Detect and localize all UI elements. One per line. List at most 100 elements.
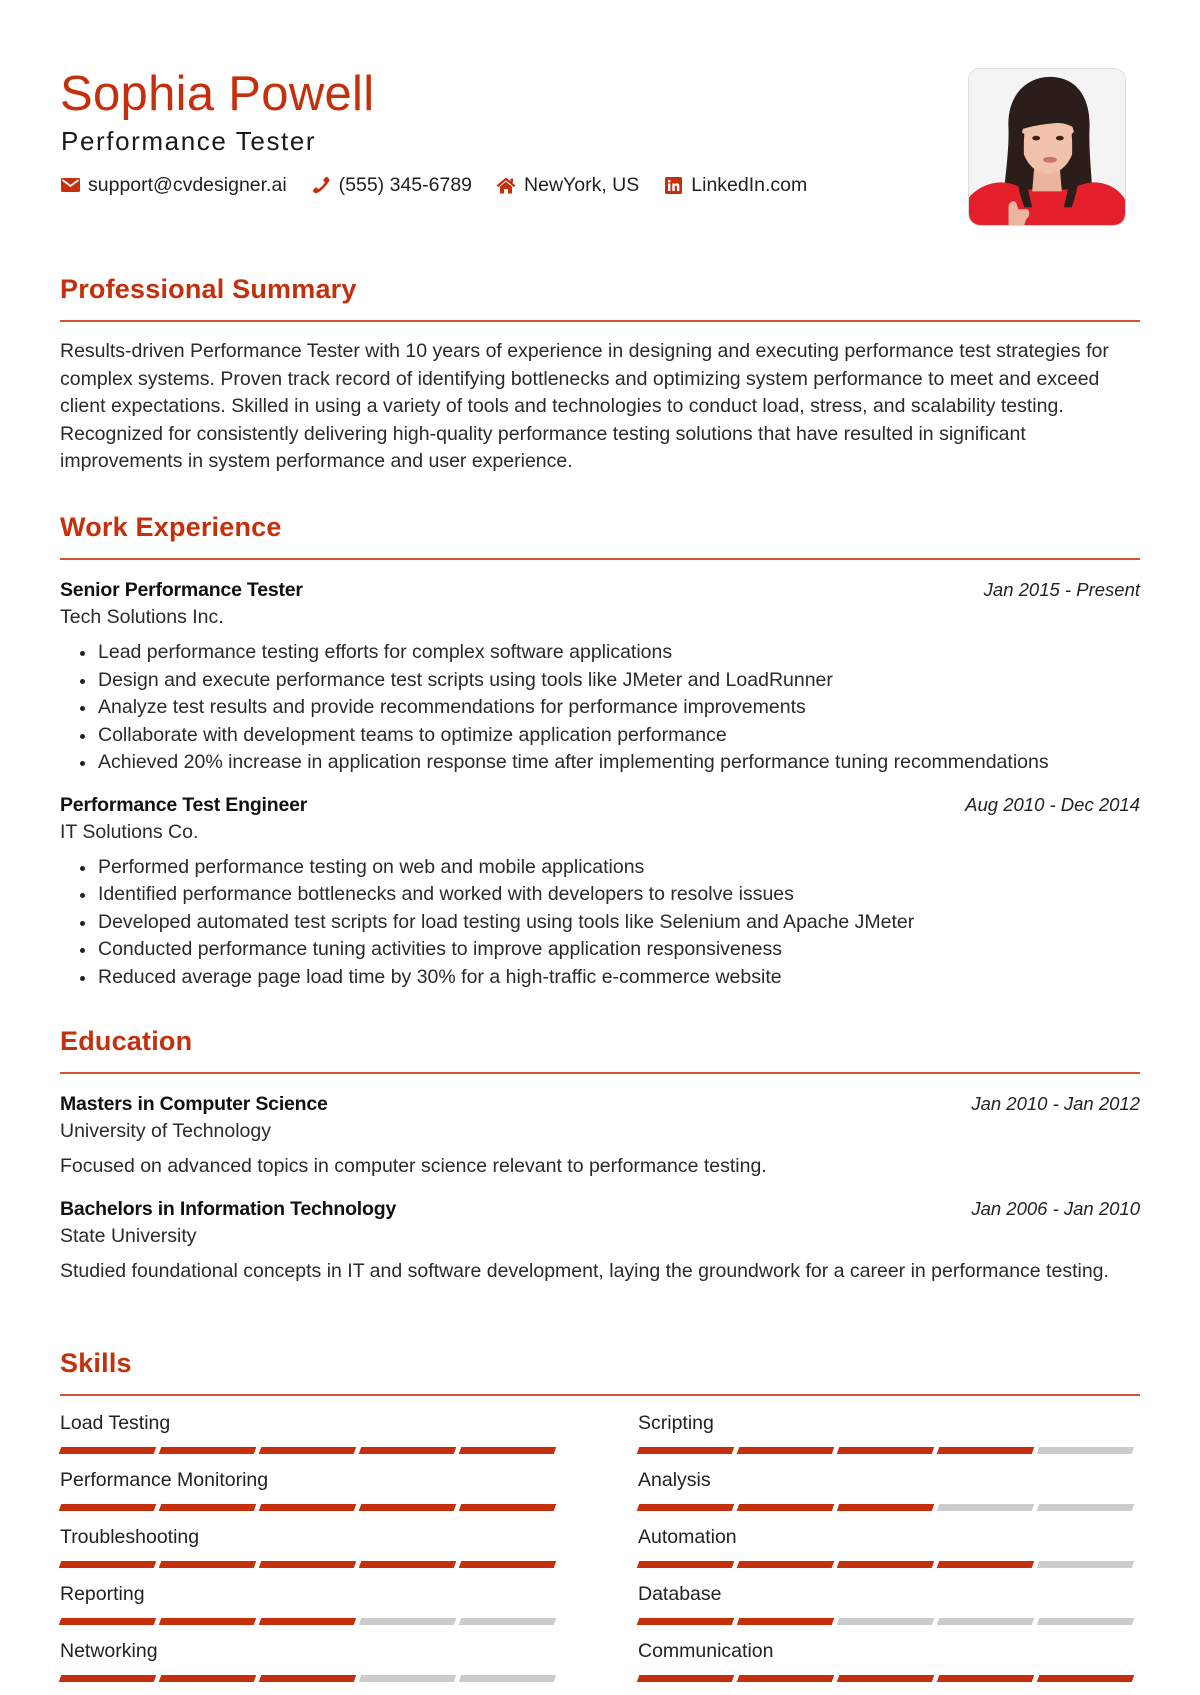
resume-header: Sophia Powell Performance Tester support… bbox=[60, 0, 1140, 240]
skill-segment-filled bbox=[458, 1504, 557, 1511]
skill-name: Scripting bbox=[638, 1412, 714, 1434]
contact-list: support@cvdesigner.ai (555) 345-6789 New… bbox=[60, 172, 807, 198]
contact-linkedin[interactable]: LinkedIn.com bbox=[663, 172, 807, 198]
section-divider bbox=[60, 320, 1140, 322]
education-dates: Jan 2010 - Jan 2012 bbox=[971, 1093, 1140, 1114]
skill-level-bar bbox=[58, 1504, 600, 1511]
skill-segment-filled bbox=[58, 1675, 157, 1682]
skills-heading: Skills bbox=[60, 1348, 132, 1378]
skill-segment-filled bbox=[158, 1447, 257, 1454]
envelope-icon bbox=[60, 175, 80, 195]
job-bullet: Lead performance testing efforts for com… bbox=[60, 639, 1140, 667]
degree-title: Bachelors in Information Technology bbox=[60, 1197, 397, 1220]
skill-level-bar bbox=[636, 1618, 1178, 1625]
skill-name: Load Testing bbox=[60, 1412, 171, 1434]
contact-location-text: NewYork, US bbox=[524, 174, 640, 196]
education-entry: Bachelors in Information Technology Jan … bbox=[60, 1195, 1140, 1286]
skill-segment-filled bbox=[636, 1675, 735, 1682]
summary-heading: Professional Summary bbox=[60, 274, 357, 304]
skill-segment-filled bbox=[258, 1561, 357, 1568]
education-description: Focused on advanced topics in computer s… bbox=[60, 1155, 767, 1177]
contact-linkedin-text: LinkedIn.com bbox=[691, 174, 808, 196]
home-icon bbox=[496, 175, 516, 195]
education-description: Studied foundational concepts in IT and … bbox=[60, 1259, 1109, 1282]
skill-segment-empty bbox=[936, 1618, 1035, 1625]
skill-segment-empty bbox=[358, 1618, 457, 1625]
skill-name: Communication bbox=[638, 1640, 774, 1662]
skill-segment-empty bbox=[836, 1618, 935, 1625]
skill-item: Database bbox=[636, 1581, 1178, 1638]
skill-name: Analysis bbox=[638, 1469, 711, 1491]
skill-level-bar bbox=[636, 1504, 1178, 1511]
education-entry: Masters in Computer Science Jan 2010 - J… bbox=[60, 1090, 1140, 1181]
skill-level-bar bbox=[58, 1447, 600, 1454]
skill-item: Networking bbox=[58, 1638, 600, 1695]
skill-item: Load Testing bbox=[58, 1410, 600, 1467]
job-bullet: Performed performance testing on web and… bbox=[60, 854, 1140, 882]
job-bullets: Lead performance testing efforts for com… bbox=[60, 639, 1140, 777]
school-name: University of Technology bbox=[60, 1120, 271, 1142]
contact-phone-text: (555) 345-6789 bbox=[338, 174, 473, 196]
contact-email[interactable]: support@cvdesigner.ai bbox=[60, 172, 287, 198]
contact-phone[interactable]: (555) 345-6789 bbox=[311, 172, 472, 198]
education-dates: Jan 2006 - Jan 2010 bbox=[971, 1197, 1140, 1219]
section-divider bbox=[60, 1072, 1140, 1074]
phone-icon bbox=[311, 175, 331, 195]
skill-name: Networking bbox=[60, 1640, 158, 1662]
linkedin-icon bbox=[663, 175, 683, 195]
skill-item: Automation bbox=[636, 1524, 1178, 1581]
school-name: State University bbox=[60, 1224, 197, 1247]
skill-segment-filled bbox=[636, 1618, 735, 1625]
skill-level-bar bbox=[58, 1561, 600, 1568]
job-bullet: Reduced average page load time by 30% fo… bbox=[60, 964, 1140, 992]
skill-segment-empty bbox=[458, 1675, 557, 1682]
skills-grid: Load Testing Scripting Performance Monitor… bbox=[58, 1410, 1178, 1695]
skill-segment-filled bbox=[258, 1675, 357, 1682]
experience-heading: Work Experience bbox=[60, 512, 282, 542]
job-dates: Aug 2010 - Dec 2014 bbox=[965, 793, 1140, 815]
education-section: Education Masters in Computer Science Ja… bbox=[60, 1024, 1140, 1285]
job-bullet: Identified performance bottlenecks and w… bbox=[60, 881, 1140, 909]
skill-segment-filled bbox=[636, 1561, 735, 1568]
skill-segment-filled bbox=[58, 1561, 157, 1568]
skill-segment-filled bbox=[158, 1561, 257, 1568]
skill-name: Reporting bbox=[60, 1583, 145, 1605]
skill-segment-empty bbox=[1036, 1561, 1135, 1568]
skill-segment-filled bbox=[458, 1561, 557, 1568]
resume-page: Sophia Powell Performance Tester support… bbox=[58, 0, 1140, 1682]
job-bullet: Developed automated test scripts for loa… bbox=[60, 909, 1140, 937]
skill-segment-filled bbox=[258, 1447, 357, 1454]
candidate-title: Performance Tester bbox=[61, 126, 317, 156]
skill-item: Communication bbox=[636, 1638, 1178, 1695]
skill-name: Database bbox=[638, 1583, 722, 1605]
skill-level-bar bbox=[58, 1675, 600, 1682]
skill-segment-filled bbox=[158, 1504, 257, 1511]
skill-segment-filled bbox=[58, 1618, 157, 1625]
skill-item: Troubleshooting bbox=[58, 1524, 600, 1581]
job-entry: Senior Performance Tester Jan 2015 - Pre… bbox=[60, 576, 1140, 777]
skill-segment-filled bbox=[158, 1675, 257, 1682]
skill-name: Troubleshooting bbox=[60, 1526, 200, 1548]
skill-segment-filled bbox=[258, 1504, 357, 1511]
education-heading: Education bbox=[60, 1026, 193, 1056]
skill-item: Reporting bbox=[58, 1581, 600, 1638]
job-company: IT Solutions Co. bbox=[60, 820, 199, 843]
skill-segment-filled bbox=[936, 1561, 1035, 1568]
degree-title: Masters in Computer Science bbox=[60, 1093, 328, 1115]
skill-level-bar bbox=[636, 1675, 1178, 1682]
skill-segment-filled bbox=[358, 1447, 457, 1454]
skill-item: Scripting bbox=[636, 1410, 1178, 1467]
skill-segment-filled bbox=[736, 1561, 835, 1568]
skill-segment-filled bbox=[836, 1504, 935, 1511]
skill-segment-filled bbox=[258, 1618, 357, 1625]
skill-segment-filled bbox=[158, 1618, 257, 1625]
job-company: Tech Solutions Inc. bbox=[60, 606, 224, 628]
skill-level-bar bbox=[58, 1618, 600, 1625]
skills-section: Skills Load Testing Scripting Performance … bbox=[58, 1346, 1140, 1695]
candidate-name: Sophia Powell bbox=[60, 67, 375, 121]
skill-segment-filled bbox=[736, 1504, 835, 1511]
skill-segment-empty bbox=[458, 1618, 557, 1625]
skill-segment-filled bbox=[358, 1561, 457, 1568]
skill-segment-filled bbox=[58, 1447, 157, 1454]
skill-level-bar bbox=[636, 1447, 1178, 1454]
